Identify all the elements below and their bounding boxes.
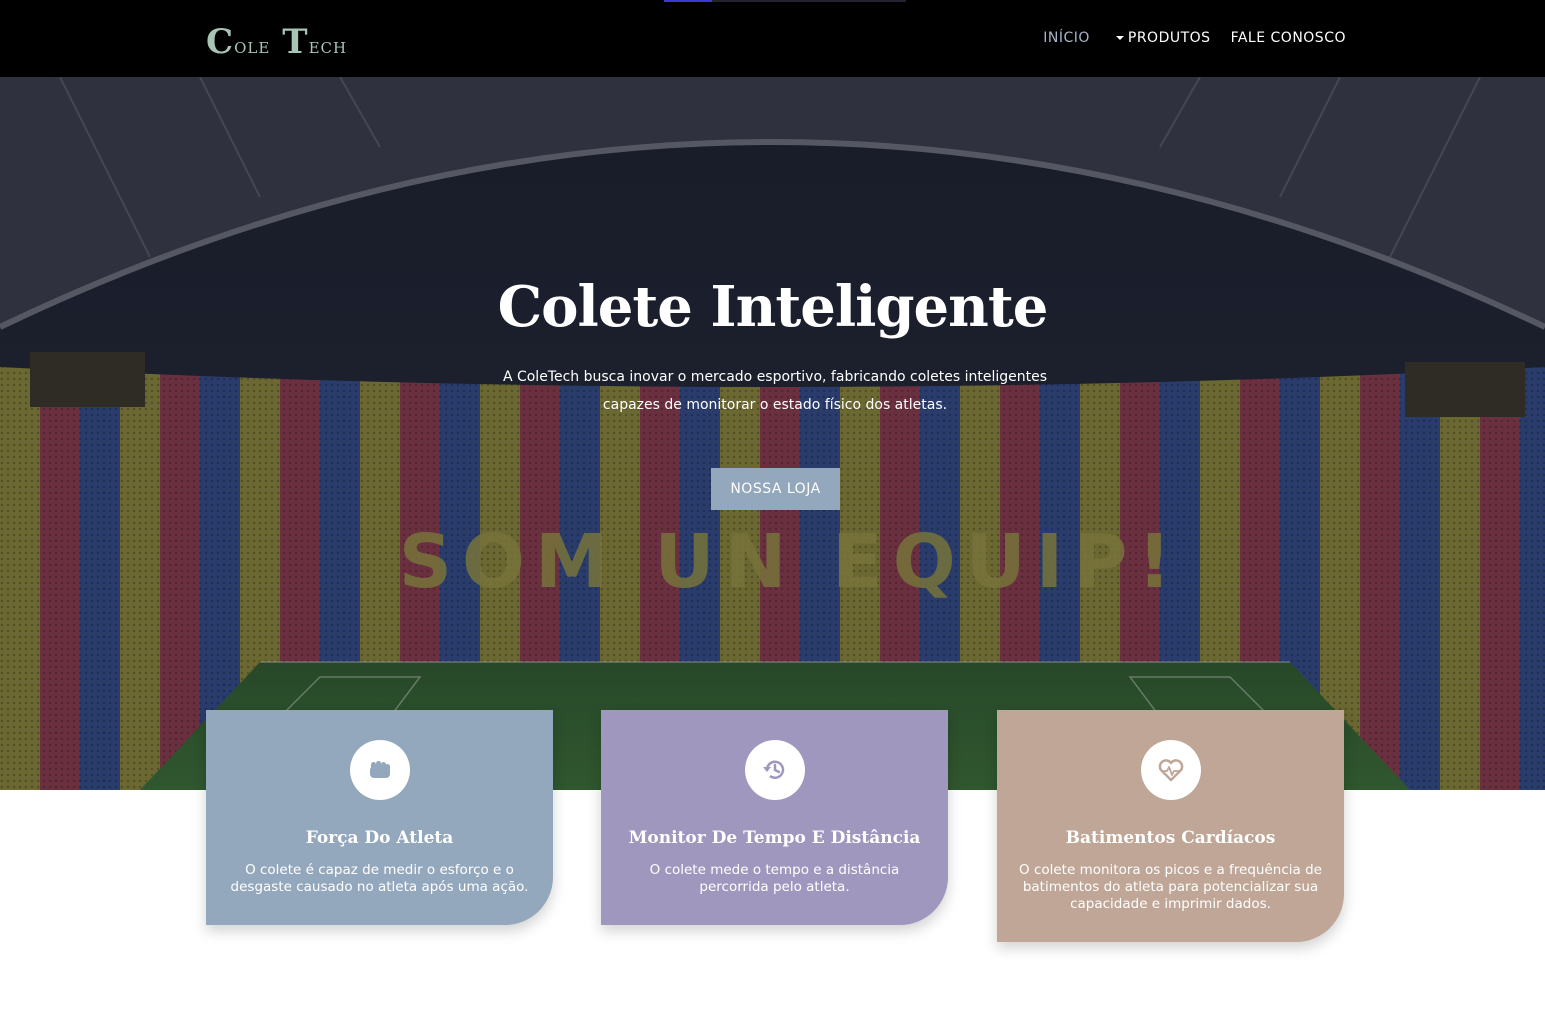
nossa-loja-button[interactable]: NOSSA LOJA <box>711 468 840 510</box>
feature-card-title: Monitor De Tempo E Distância <box>628 828 921 848</box>
nav-fale-conosco[interactable]: FALE CONOSCO <box>1231 30 1346 46</box>
hero-dark-overlay <box>0 77 1545 790</box>
heartbeat-icon <box>1140 740 1201 800</box>
brand-initial-t: T <box>282 22 309 62</box>
page-load-progress-fill <box>664 0 713 2</box>
brand-rest-ole: ole <box>234 34 271 59</box>
navbar: Cole Tech INÍCIO PRODUTOS FALE CONOSCO <box>0 0 1545 77</box>
brand-logo[interactable]: Cole Tech <box>206 22 347 62</box>
brand-initial-c: C <box>206 22 235 62</box>
brand-rest-ech: ech <box>308 34 348 59</box>
feature-card-text: O colete mede o tempo e a distância perc… <box>649 862 900 895</box>
hero-description-line-2: capazes de monitorar o estado físico dos… <box>602 397 948 413</box>
hero-description-line-1: A ColeTech busca inovar o mercado esport… <box>502 369 1048 385</box>
nav-inicio[interactable]: INÍCIO <box>1043 30 1090 46</box>
feature-card-title: Força Do Atleta <box>305 828 454 848</box>
nav-fale-conosco-label: FALE CONOSCO <box>1230 30 1346 46</box>
feature-card-forca: Força Do Atleta O colete é capaz de medi… <box>206 710 553 925</box>
feature-card-text: O colete é capaz de medir o esforço e o … <box>230 862 529 895</box>
feature-card-batimentos: Batimentos Cardíacos O colete monitora o… <box>997 710 1344 942</box>
hero-section: SOM UN EQUIP! Colete Inteligente A ColeT… <box>0 77 1545 790</box>
hero-description: A ColeTech busca inovar o mercado esport… <box>490 363 1060 419</box>
feature-card-text: O colete monitora os picos e a frequênci… <box>1019 862 1322 912</box>
page: Cole Tech INÍCIO PRODUTOS FALE CONOSCO S… <box>0 0 1545 1034</box>
nav-produtos-dropdown[interactable]: PRODUTOS <box>1115 30 1211 46</box>
caret-down-icon <box>1115 36 1124 40</box>
nav-inicio-label: INÍCIO <box>1043 30 1090 46</box>
nav-produtos-label: PRODUTOS <box>1127 30 1211 46</box>
fist-icon <box>349 740 410 800</box>
page-load-progress <box>664 0 906 2</box>
hero-title: Colete Inteligente <box>497 274 1049 340</box>
feature-card-monitor: Monitor De Tempo E Distância O colete me… <box>601 710 948 925</box>
feature-card-title: Batimentos Cardíacos <box>1065 828 1276 848</box>
main-nav: INÍCIO PRODUTOS FALE CONOSCO <box>1043 30 1346 46</box>
history-icon <box>744 740 805 800</box>
